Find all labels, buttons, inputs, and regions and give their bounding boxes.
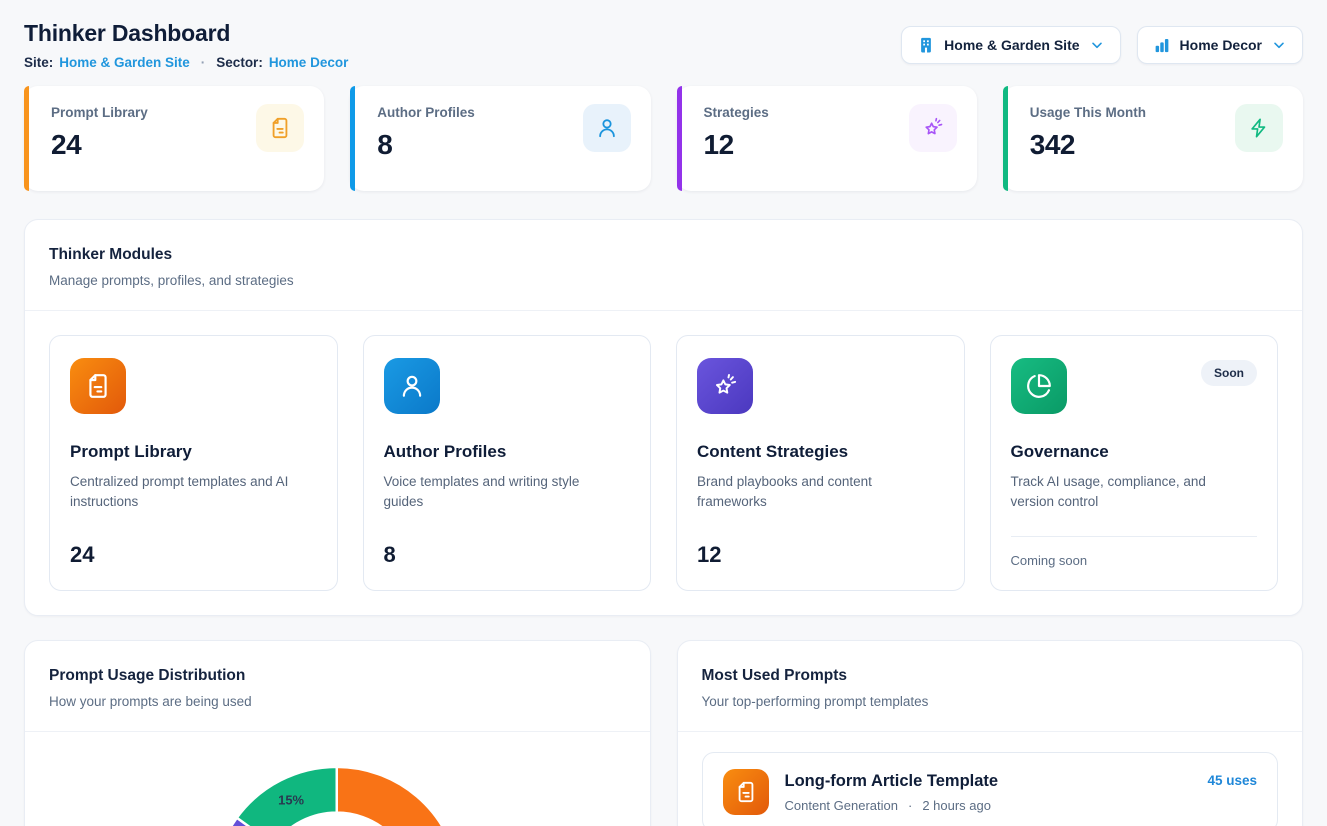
usage-card-header: Prompt Usage Distribution How your promp… xyxy=(25,641,650,731)
module-description: Brand playbooks and content frameworks xyxy=(697,472,932,513)
header-left: Thinker Dashboard Site: Home & Garden Si… xyxy=(24,14,348,70)
header-actions: Home & Garden Site Home Decor xyxy=(901,26,1303,64)
sector-label: Sector: xyxy=(216,55,263,70)
user-icon xyxy=(384,358,440,414)
module-title: Author Profiles xyxy=(384,442,631,462)
stat-card-author-profiles: Author Profiles 8 xyxy=(350,86,650,191)
module-count: 12 xyxy=(697,542,944,568)
user-icon xyxy=(583,104,631,152)
coming-soon-text: Coming soon xyxy=(1011,553,1258,568)
bar-chart-icon xyxy=(1153,36,1171,54)
most-used-header: Most Used Prompts Your top-performing pr… xyxy=(678,641,1303,731)
sector-link[interactable]: Home Decor xyxy=(269,55,349,70)
prompt-uses-badge: 45 uses xyxy=(1207,773,1257,788)
stat-card-strategies: Strategies 12 xyxy=(677,86,977,191)
sector-selector-label: Home Decor xyxy=(1180,37,1262,53)
separator-dot: · xyxy=(908,798,912,813)
stat-card-usage: Usage This Month 342 xyxy=(1003,86,1303,191)
chevron-down-icon xyxy=(1271,37,1287,53)
svg-text:15%: 15% xyxy=(278,793,304,808)
stat-card-prompt-library: Prompt Library 24 xyxy=(24,86,324,191)
module-description: Track AI usage, compliance, and version … xyxy=(1011,472,1246,513)
modules-header: Thinker Modules Manage prompts, profiles… xyxy=(25,220,1302,310)
modules-grid: Prompt Library Centralized prompt templa… xyxy=(25,311,1302,615)
star-sparkle-icon xyxy=(909,104,957,152)
site-selector-label: Home & Garden Site xyxy=(944,37,1079,53)
module-title: Prompt Library xyxy=(70,442,317,462)
document-icon xyxy=(256,104,304,152)
module-title: Governance xyxy=(1011,442,1258,462)
module-description: Voice templates and writing style guides xyxy=(384,472,619,513)
document-icon xyxy=(70,358,126,414)
stats-row: Prompt Library 24 Author Profiles 8 xyxy=(24,86,1303,191)
usage-distribution-card: Prompt Usage Distribution How your promp… xyxy=(24,640,651,826)
prompt-category: Content Generation xyxy=(785,798,898,813)
modules-title: Thinker Modules xyxy=(49,246,1278,264)
building-icon xyxy=(917,36,935,54)
site-sector-line: Site: Home & Garden Site · Sector: Home … xyxy=(24,55,348,70)
prompt-meta: Content Generation · 2 hours ago xyxy=(785,798,1192,813)
module-title: Content Strategies xyxy=(697,442,944,462)
zap-icon xyxy=(1235,104,1283,152)
site-link[interactable]: Home & Garden Site xyxy=(59,55,190,70)
most-used-title: Most Used Prompts xyxy=(702,667,1279,685)
usage-card-title: Prompt Usage Distribution xyxy=(49,667,626,685)
prompt-list-item[interactable]: Long-form Article Template Content Gener… xyxy=(702,752,1279,826)
document-icon xyxy=(723,769,769,815)
module-card-prompt-library[interactable]: Prompt Library Centralized prompt templa… xyxy=(49,335,338,591)
star-sparkle-icon xyxy=(697,358,753,414)
dashboard-page: Thinker Dashboard Site: Home & Garden Si… xyxy=(0,0,1327,826)
module-count: 24 xyxy=(70,542,317,568)
prompt-title: Long-form Article Template xyxy=(785,772,1192,791)
modules-subtitle: Manage prompts, profiles, and strategies xyxy=(49,273,1278,288)
page-title: Thinker Dashboard xyxy=(24,20,348,47)
module-description: Centralized prompt templates and AI inst… xyxy=(70,472,305,513)
separator-dot: · xyxy=(201,55,206,70)
prompt-info: Long-form Article Template Content Gener… xyxy=(785,772,1192,813)
usage-donut-chart: 15% xyxy=(25,732,650,826)
sector-selector-button[interactable]: Home Decor xyxy=(1137,26,1303,64)
module-count: 8 xyxy=(384,542,631,568)
bottom-row: Prompt Usage Distribution How your promp… xyxy=(24,640,1303,826)
header: Thinker Dashboard Site: Home & Garden Si… xyxy=(24,14,1303,70)
usage-card-subtitle: How your prompts are being used xyxy=(49,694,626,709)
most-used-subtitle: Your top-performing prompt templates xyxy=(702,694,1279,709)
prompt-time: 2 hours ago xyxy=(922,798,991,813)
chevron-down-icon xyxy=(1089,37,1105,53)
module-card-author-profiles[interactable]: Author Profiles Voice templates and writ… xyxy=(363,335,652,591)
site-selector-button[interactable]: Home & Garden Site xyxy=(901,26,1120,64)
module-card-content-strategies[interactable]: Content Strategies Brand playbooks and c… xyxy=(676,335,965,591)
divider xyxy=(1011,536,1258,537)
prompt-list: Long-form Article Template Content Gener… xyxy=(678,732,1303,826)
thinker-modules-panel: Thinker Modules Manage prompts, profiles… xyxy=(24,219,1303,616)
most-used-prompts-card: Most Used Prompts Your top-performing pr… xyxy=(677,640,1304,826)
soon-badge: Soon xyxy=(1201,360,1257,386)
pie-chart-icon xyxy=(1011,358,1067,414)
site-label: Site: xyxy=(24,55,53,70)
module-card-governance[interactable]: Soon Governance Track AI usage, complian… xyxy=(990,335,1279,591)
